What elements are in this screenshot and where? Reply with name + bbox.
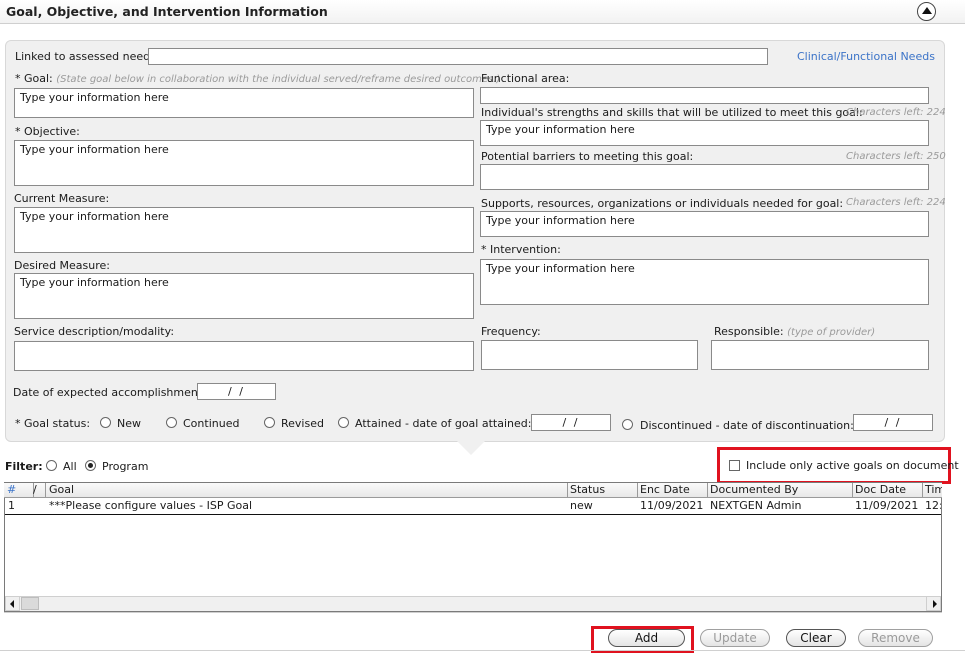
expected-date-label: Date of expected accomplishment:: [13, 386, 206, 399]
intervention-label: * Intervention:: [481, 243, 561, 256]
col-header-status[interactable]: Status: [567, 483, 638, 498]
status-discontinued-radio[interactable]: [622, 419, 633, 430]
panel-pointer: [457, 441, 485, 455]
row-doc-date: 11/09/2021: [855, 499, 919, 512]
filter-label: Filter:: [5, 460, 43, 473]
status-discontinued-label: Discontinued - date of discontinuation:: [640, 419, 854, 432]
goal-label: * Goal: (State goal below in collaborati…: [15, 72, 500, 85]
row-status: new: [570, 499, 593, 512]
goal-hint: (State goal below in collaboration with …: [56, 74, 501, 85]
row-time: 12:0: [925, 499, 941, 512]
supports-chars-left: Characters left: 224: [846, 197, 946, 208]
add-button[interactable]: Add: [608, 629, 685, 647]
frequency-input[interactable]: [481, 340, 698, 370]
goals-grid-header: # / Goal Status Enc Date Documented By D…: [4, 483, 942, 498]
status-new-label: New: [117, 417, 141, 430]
row-divider: [5, 514, 941, 515]
row-documented-by: NEXTGEN Admin: [710, 499, 802, 512]
current-measure-label: Current Measure:: [14, 192, 110, 205]
clear-button[interactable]: Clear: [786, 629, 846, 647]
goal-input[interactable]: Type your information here: [14, 88, 474, 118]
status-revised-label: Revised: [281, 417, 324, 430]
collapse-up-icon[interactable]: [917, 2, 936, 21]
col-header-time[interactable]: Tim: [922, 483, 942, 498]
responsible-input[interactable]: [711, 340, 929, 370]
scroll-thumb[interactable]: [21, 597, 39, 610]
col-header-num[interactable]: #: [4, 483, 34, 498]
filter-all-radio[interactable]: [46, 460, 57, 471]
barriers-input[interactable]: [480, 164, 929, 190]
active-goals-label: Include only active goals on document: [746, 459, 959, 472]
status-attained-label: Attained - date of goal attained:: [355, 417, 532, 430]
col-header-doc-date[interactable]: Doc Date: [852, 483, 923, 498]
attained-date-input[interactable]: / /: [531, 414, 611, 431]
row-enc-date: 11/09/2021: [640, 499, 704, 512]
col-header-documented-by[interactable]: Documented By: [707, 483, 853, 498]
status-new-radio[interactable]: [100, 417, 111, 428]
bottom-divider: [0, 650, 965, 651]
section-title: Goal, Objective, and Intervention Inform…: [6, 4, 328, 19]
desired-measure-input[interactable]: Type your information here: [14, 273, 474, 319]
service-description-label: Service description/modality:: [14, 325, 175, 338]
status-continued-label: Continued: [183, 417, 240, 430]
filter-program-radio[interactable]: [85, 460, 96, 471]
active-goals-checkbox[interactable]: [729, 460, 740, 471]
barriers-label: Potential barriers to meeting this goal:: [481, 150, 694, 163]
responsible-hint: (type of provider): [787, 327, 876, 338]
row-num: 1: [8, 499, 15, 512]
barriers-chars-left: Characters left: 250: [846, 151, 946, 162]
remove-button[interactable]: Remove: [858, 629, 933, 647]
responsible-label-text: Responsible:: [714, 325, 784, 338]
status-revised-radio[interactable]: [264, 417, 275, 428]
supports-label: Supports, resources, organizations or in…: [481, 197, 844, 210]
status-continued-radio[interactable]: [166, 417, 177, 428]
filter-all-label: All: [63, 460, 77, 473]
functional-area-label: Functional area:: [481, 72, 570, 85]
frequency-label: Frequency:: [481, 325, 541, 338]
goal-status-label: * Goal status:: [15, 417, 91, 430]
functional-area-input[interactable]: [480, 87, 929, 104]
service-description-input[interactable]: [14, 341, 474, 371]
linked-need-field[interactable]: [148, 48, 768, 65]
desired-measure-label: Desired Measure:: [14, 259, 111, 272]
filter-program-label: Program: [102, 460, 149, 473]
supports-input[interactable]: Type your information here: [480, 211, 929, 237]
status-attained-radio[interactable]: [338, 417, 349, 428]
strengths-label: Individual's strengths and skills that w…: [481, 106, 863, 119]
linked-need-label: Linked to assessed need:: [15, 50, 154, 63]
update-button[interactable]: Update: [700, 629, 770, 647]
intervention-input[interactable]: Type your information here: [480, 259, 929, 305]
strengths-input[interactable]: Type your information here: [480, 120, 929, 146]
scroll-right-icon[interactable]: [926, 596, 941, 611]
responsible-label: Responsible: (type of provider): [714, 325, 875, 338]
objective-label: * Objective:: [15, 125, 80, 138]
col-header-sort[interactable]: /: [32, 483, 46, 498]
col-header-goal[interactable]: Goal: [46, 483, 568, 498]
discontinued-date-input[interactable]: / /: [853, 414, 933, 431]
grid-bottom-divider: [4, 612, 942, 613]
expected-date-input[interactable]: / /: [197, 383, 276, 400]
objective-input[interactable]: Type your information here: [14, 140, 474, 186]
row-goal: ***Please configure values - ISP Goal: [49, 499, 253, 512]
clinical-functional-needs-link[interactable]: Clinical/Functional Needs: [797, 50, 935, 63]
col-header-enc-date[interactable]: Enc Date: [637, 483, 708, 498]
scroll-left-icon[interactable]: [5, 596, 20, 611]
strengths-chars-left: Characters left: 224: [846, 107, 946, 118]
grid-horizontal-scrollbar[interactable]: [5, 596, 941, 611]
goal-label-text: * Goal:: [15, 72, 53, 85]
current-measure-input[interactable]: Type your information here: [14, 207, 474, 253]
